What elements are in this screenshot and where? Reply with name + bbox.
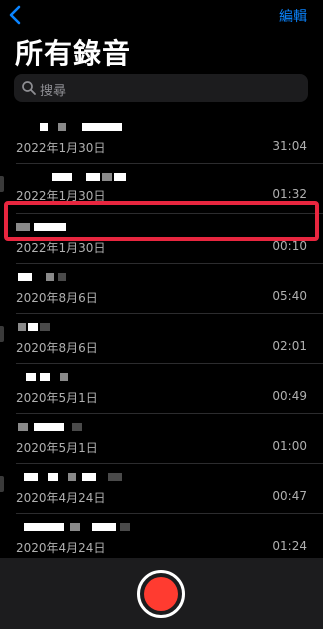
recording-name-redacted	[16, 120, 176, 134]
recording-date: 2020年8月6日	[16, 291, 98, 305]
chevron-left-icon	[9, 5, 21, 25]
recording-duration: 01:00	[272, 439, 307, 453]
recording-duration: 01:24	[272, 539, 307, 553]
recording-duration: 01:32	[272, 187, 307, 201]
row-edge-marker	[0, 176, 4, 192]
recording-date: 2020年4月24日	[16, 541, 106, 555]
recording-row[interactable]: 2020年4月24日 00:47	[0, 464, 323, 514]
recording-duration: 31:04	[272, 139, 307, 153]
recording-duration: 00:47	[272, 489, 307, 503]
page-title: 所有錄音	[15, 37, 132, 70]
search-placeholder: 搜尋	[40, 84, 67, 99]
search-field[interactable]: 搜尋	[14, 74, 308, 102]
navigation-bar: 編輯	[0, 0, 323, 34]
row-edge-marker	[0, 326, 4, 342]
recording-date: 2020年5月1日	[16, 391, 98, 405]
recording-date: 2020年8月6日	[16, 341, 98, 355]
recording-row[interactable]: 2020年8月6日 05:40	[0, 264, 323, 314]
recording-duration: 00:10	[272, 239, 307, 253]
recording-row[interactable]: 2020年4月24日 01:24	[0, 514, 323, 558]
recording-row[interactable]: 2022年1月30日 31:04	[0, 114, 323, 164]
recording-name-redacted	[16, 270, 176, 284]
row-edge-marker	[0, 476, 4, 492]
recording-date: 2020年4月24日	[16, 491, 106, 505]
selection-highlight-box	[4, 201, 319, 241]
recording-name-redacted	[16, 370, 176, 384]
back-button[interactable]	[6, 4, 26, 26]
recording-name-redacted	[16, 470, 176, 484]
record-button[interactable]	[137, 570, 185, 618]
recording-duration: 05:40	[272, 289, 307, 303]
search-icon	[22, 81, 36, 95]
recording-name-redacted	[16, 170, 176, 184]
recording-name-redacted	[16, 520, 176, 534]
recordings-list[interactable]: 2022年1月30日 31:04 2022年1月30日 01:32 2022年1…	[0, 114, 323, 558]
recording-duration: 02:01	[272, 339, 307, 353]
recording-name-redacted	[16, 420, 176, 434]
recording-row[interactable]: 2020年8月6日 02:01	[0, 314, 323, 364]
recording-date: 2020年5月1日	[16, 441, 98, 455]
recording-name-redacted	[16, 320, 176, 334]
edit-button[interactable]: 編輯	[279, 6, 307, 26]
recording-date: 2022年1月30日	[16, 241, 106, 255]
recording-duration: 00:49	[272, 389, 307, 403]
record-icon	[144, 577, 178, 611]
recording-date: 2022年1月30日	[16, 141, 106, 155]
recording-row[interactable]: 2020年5月1日 01:00	[0, 414, 323, 464]
recording-row[interactable]: 2020年5月1日 00:49	[0, 364, 323, 414]
